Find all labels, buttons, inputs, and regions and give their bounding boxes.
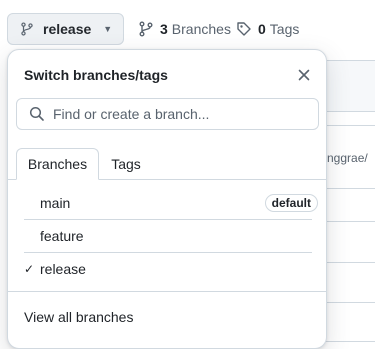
branch-search-field[interactable] bbox=[16, 98, 319, 130]
default-badge: default bbox=[264, 194, 318, 212]
git-branch-icon bbox=[21, 22, 33, 36]
branch-switch-dropdown: Switch branches/tags Branches Tags main … bbox=[7, 49, 327, 349]
view-all-branches-link[interactable]: View all branches bbox=[24, 309, 133, 325]
close-button[interactable] bbox=[294, 65, 314, 85]
tab-tags[interactable]: Tags bbox=[104, 148, 148, 179]
branch-name: release bbox=[40, 261, 86, 277]
tags-count-link[interactable]: 0 Tags bbox=[236, 20, 299, 38]
branch-item-main[interactable]: main default bbox=[24, 187, 318, 220]
commit-author-text: nggrae/ bbox=[327, 151, 368, 165]
tags-label: Tags bbox=[269, 21, 300, 37]
branch-search-input[interactable] bbox=[53, 106, 293, 122]
branch-item-feature[interactable]: feature bbox=[24, 220, 312, 253]
tab-branches[interactable]: Branches bbox=[16, 148, 99, 180]
check-icon: ✓ bbox=[24, 262, 35, 276]
branches-label: Branches bbox=[171, 21, 231, 37]
tag-icon bbox=[237, 22, 251, 36]
tags-count: 0 bbox=[258, 21, 266, 37]
search-icon bbox=[29, 106, 44, 121]
divider bbox=[8, 291, 326, 292]
branch-item-release[interactable]: ✓ release bbox=[24, 253, 312, 285]
branch-name: feature bbox=[40, 228, 84, 244]
branches-count-link[interactable]: 3 Branches bbox=[138, 20, 231, 38]
x-icon bbox=[298, 69, 310, 81]
branch-select-label: release bbox=[43, 21, 92, 37]
git-branch-icon bbox=[139, 21, 153, 37]
branches-count: 3 bbox=[160, 21, 168, 37]
branch-tag-tabs: Branches Tags bbox=[8, 148, 326, 180]
dropdown-title: Switch branches/tags bbox=[24, 67, 168, 83]
triangle-down-icon: ▼ bbox=[103, 24, 113, 34]
branch-select-button[interactable]: release ▼ bbox=[7, 13, 124, 45]
branch-list: main default feature ✓ release bbox=[24, 187, 318, 285]
branch-name: main bbox=[40, 195, 71, 211]
